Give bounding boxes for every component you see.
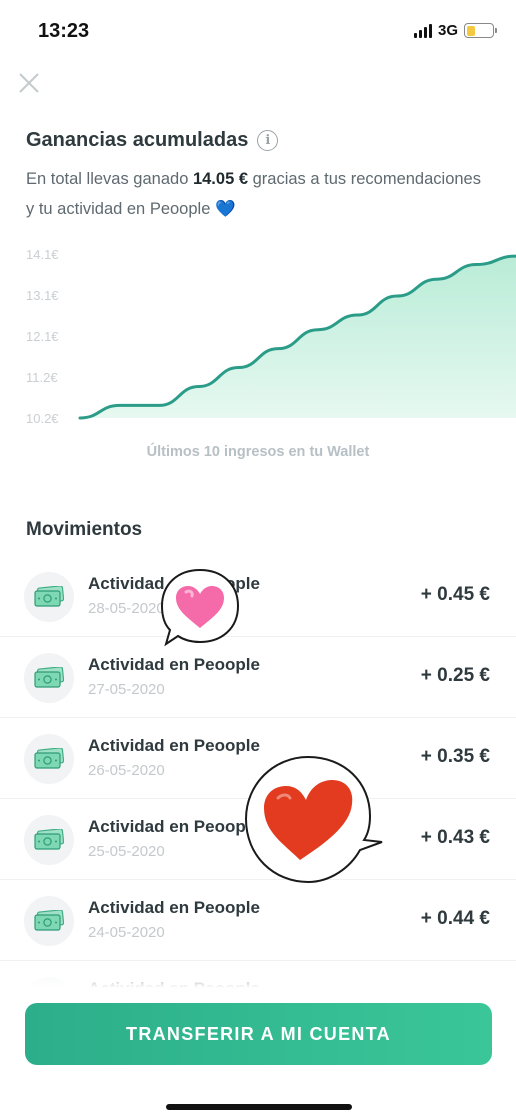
earnings-chart: 14.1€ 13.1€ 12.1€ 11.2€ 10.2€ xyxy=(26,247,516,426)
movement-row[interactable]: Actividad en Peoople 27-05-2020 + 0.25 € xyxy=(0,637,516,718)
y-tick-label: 13.1€ xyxy=(26,288,59,303)
network-type: 3G xyxy=(437,22,458,39)
movement-amount: + 0.45 € xyxy=(420,584,490,605)
earnings-summary: En total llevas ganado 14.05 € gracias a… xyxy=(26,164,486,224)
movement-label: Actividad en Peoople xyxy=(88,736,260,755)
signal-icon xyxy=(413,23,432,38)
movement-row[interactable]: Actividad en Peoople 28-05-2020 + 0.45 € xyxy=(0,556,516,637)
earnings-title: Ganancias acumuladas xyxy=(26,129,249,151)
y-tick-label: 11.2€ xyxy=(26,370,58,385)
movement-date: 25-05-2020 xyxy=(88,843,165,860)
chart-area xyxy=(80,256,516,418)
movement-label: Actividad en Peoople xyxy=(88,817,260,836)
movement-date: 26-05-2020 xyxy=(88,762,165,779)
movement-date: 27-05-2020 xyxy=(88,681,165,698)
movement-date: 24-05-2020 xyxy=(88,924,165,941)
y-tick-label: 14.1€ xyxy=(26,247,59,262)
blue-heart-icon: 💙 xyxy=(214,200,236,218)
y-tick-label: 10.2€ xyxy=(26,411,59,426)
status-time: 13:23 xyxy=(38,20,90,42)
close-button[interactable] xyxy=(16,70,42,96)
movement-label: Actividad en Peoople xyxy=(88,655,260,674)
status-indicators: 3G xyxy=(413,22,497,39)
summary-prefix: En total llevas ganado xyxy=(26,170,193,188)
movement-row[interactable]: Actividad en Peoople 24-05-2020 + 0.44 € xyxy=(0,880,516,961)
movement-amount: + 0.43 € xyxy=(420,827,490,848)
close-icon xyxy=(19,73,39,93)
chart-caption: Últimos 10 ingresos en tu Wallet xyxy=(146,444,370,460)
money-bill-icon xyxy=(24,815,74,865)
movement-amount: + 0.35 € xyxy=(420,746,490,767)
movement-label: Actividad en Peoople xyxy=(88,898,260,917)
money-bill-icon xyxy=(24,572,74,622)
summary-amount: 14.05 € xyxy=(192,170,249,188)
money-bill-icon xyxy=(24,734,74,784)
movement-date: 28-05-2020 xyxy=(88,600,165,617)
status-bar: 13:23 3G xyxy=(0,0,516,62)
list-fade xyxy=(0,958,516,988)
y-tick-label: 12.1€ xyxy=(26,329,59,344)
battery-icon xyxy=(464,23,497,38)
info-icon[interactable]: i xyxy=(257,130,279,151)
money-bill-icon xyxy=(24,653,74,703)
movements-title: Movimientos xyxy=(26,519,143,540)
home-indicator[interactable] xyxy=(166,1104,352,1110)
movement-amount: + 0.25 € xyxy=(420,665,490,686)
earnings-title-row: Ganancias acumuladas i xyxy=(26,129,279,152)
transfer-button[interactable]: TRANSFERIR A MI CUENTA xyxy=(25,1003,492,1065)
money-bill-icon xyxy=(24,896,74,946)
pink-heart-sticker-icon xyxy=(160,568,240,647)
movement-amount: + 0.44 € xyxy=(420,908,490,929)
red-heart-sticker-icon xyxy=(244,755,383,884)
